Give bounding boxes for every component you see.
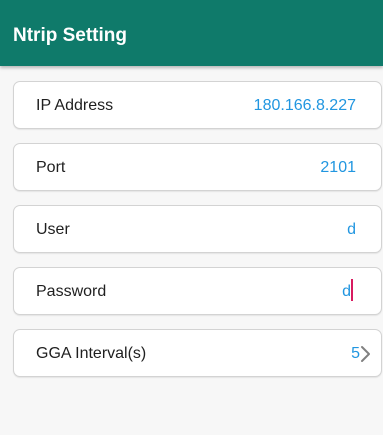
gga-interval-label: GGA Interval(s) xyxy=(36,345,147,362)
ip-address-label: IP Address xyxy=(36,97,114,114)
user-value[interactable]: d xyxy=(347,220,356,239)
port-value[interactable]: 2101 xyxy=(320,158,356,177)
gga-interval-value[interactable]: 5 xyxy=(351,344,360,363)
port-label: Port xyxy=(36,159,66,176)
settings-list: IP Address 180.166.8.227 Port 2101 User … xyxy=(0,0,383,435)
gga-interval-row[interactable]: GGA Interval(s) 5 xyxy=(13,329,382,377)
port-row[interactable]: Port 2101 xyxy=(13,143,382,191)
password-input[interactable]: d xyxy=(342,282,351,301)
user-label: User xyxy=(36,221,70,238)
ip-address-value[interactable]: 180.166.8.227 xyxy=(254,96,356,115)
chevron-right-icon[interactable] xyxy=(360,345,372,363)
user-row[interactable]: User d xyxy=(13,205,382,253)
password-label: Password xyxy=(36,283,107,300)
text-cursor xyxy=(351,279,353,301)
password-row[interactable]: Password d xyxy=(13,267,382,315)
ip-address-row[interactable]: IP Address 180.166.8.227 xyxy=(13,81,382,129)
